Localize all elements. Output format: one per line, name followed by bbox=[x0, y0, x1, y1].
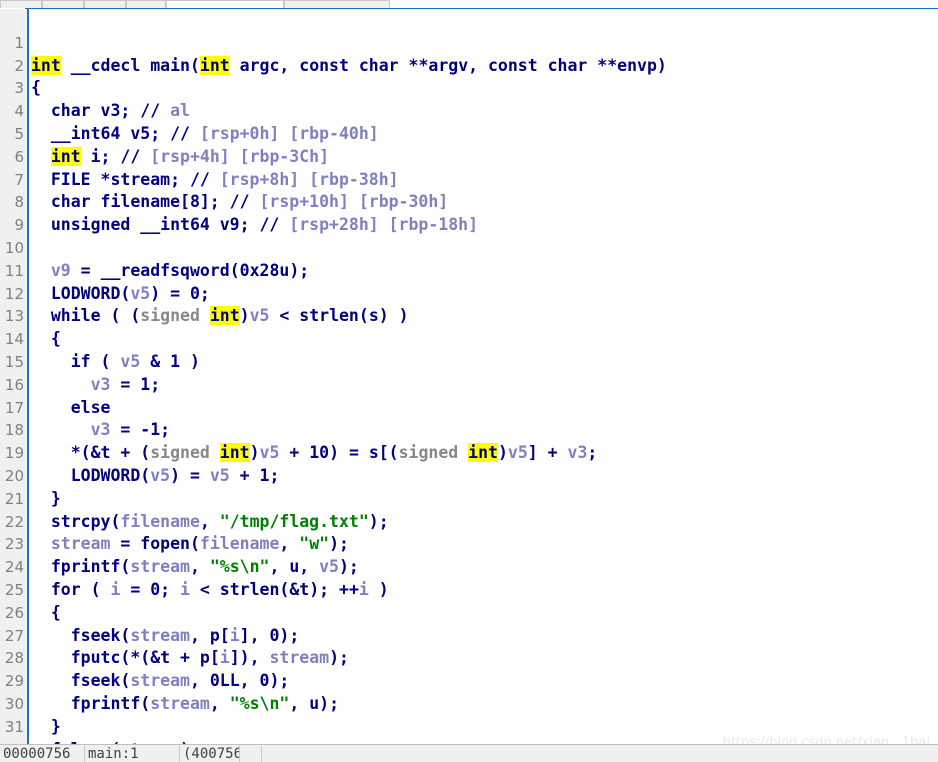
code-line[interactable]: 9 bbox=[0, 191, 938, 234]
code-line[interactable]: 29 fprintf(stream, "%s\n", u); bbox=[0, 647, 938, 713]
status-bar: 00000756 main:1 (400756) bbox=[0, 744, 938, 762]
code-line[interactable]: 7 char filename[8]; // [rsp+10h] [rbp-30… bbox=[0, 146, 938, 212]
code-line[interactable]: 5 int i; // [rsp+4h] [rbp-3Ch] bbox=[0, 100, 938, 166]
code-line[interactable]: 31 fclose(stream); bbox=[0, 693, 938, 744]
tab-pseudocode-active[interactable] bbox=[166, 0, 284, 8]
tab-3[interactable] bbox=[126, 0, 166, 8]
status-spacer bbox=[240, 746, 262, 762]
code-line[interactable]: 25 { bbox=[0, 556, 938, 622]
code-line[interactable]: 13 { bbox=[0, 283, 938, 348]
code-line[interactable]: 15 v3 = 1; bbox=[0, 328, 938, 394]
code-line[interactable]: 28 fseek(stream, 0LL, 0); bbox=[0, 625, 938, 690]
code-line[interactable]: 14 if ( v5 & 1 ) bbox=[0, 305, 938, 371]
code-line[interactable]: 12 while ( (signed int)v5 < strlen(s) ) bbox=[0, 260, 938, 326]
code-line[interactable]: 24 for ( i = 0; i < strlen(&t); ++i ) bbox=[0, 533, 938, 599]
code-line[interactable]: 32 remove(filename); bbox=[0, 716, 938, 745]
code-line[interactable]: 23 fprintf(stream, "%s\n", u, v5); bbox=[0, 511, 938, 576]
code-line[interactable]: 8 unsigned __int64 v9; // [rsp+28h] [rbp… bbox=[0, 169, 938, 234]
pseudocode-view[interactable]: 1 int __cdecl main(int argc, const char … bbox=[0, 9, 938, 744]
code-line[interactable]: 2 { bbox=[0, 32, 938, 98]
code-line[interactable]: 17 v3 = -1; bbox=[0, 374, 938, 440]
tab-2[interactable] bbox=[84, 0, 126, 8]
code-line[interactable]: 10 v9 = __readfsqword(0x28u); bbox=[0, 214, 938, 280]
code-line[interactable]: 30 } bbox=[0, 670, 938, 736]
code-line[interactable]: 3 char v3; // al bbox=[0, 55, 938, 120]
status-file-offset: (400756) bbox=[180, 746, 240, 762]
code-line[interactable]: 6 FILE *stream; // [rsp+8h] [rbp-38h] bbox=[0, 123, 938, 189]
code-line[interactable]: 18 *(&t + (signed int)v5 + 10) = s[(sign… bbox=[0, 397, 938, 463]
code-line[interactable]: 1 int __cdecl main(int argc, const char … bbox=[0, 9, 938, 75]
code-line[interactable]: 26 fseek(stream, p[i], 0); bbox=[0, 579, 938, 645]
code-line[interactable]: 27 fputc(*(&t + p[i]), stream); bbox=[0, 602, 938, 668]
code-line[interactable]: 16 else bbox=[0, 351, 938, 417]
status-location: main:1 bbox=[85, 746, 180, 762]
code-line[interactable]: 20 } bbox=[0, 442, 938, 508]
code-line[interactable]: 19 LODWORD(v5) = v5 + 1; bbox=[0, 419, 938, 485]
code-lines[interactable]: 1 int __cdecl main(int argc, const char … bbox=[0, 9, 938, 745]
status-address: 00000756 bbox=[0, 746, 85, 762]
tab-0[interactable] bbox=[0, 0, 42, 8]
tab-1[interactable] bbox=[42, 0, 84, 8]
code-line[interactable]: 4 __int64 v5; // [rsp+0h] [rbp-40h] bbox=[0, 77, 938, 143]
tab-5[interactable] bbox=[284, 0, 390, 8]
code-line[interactable]: 21 strcpy(filename, "/tmp/flag.txt"); bbox=[0, 465, 938, 531]
code-line[interactable]: 22 stream = fopen(filename, "w"); bbox=[0, 488, 938, 554]
code-line[interactable]: 11 LODWORD(v5) = 0; bbox=[0, 237, 938, 303]
